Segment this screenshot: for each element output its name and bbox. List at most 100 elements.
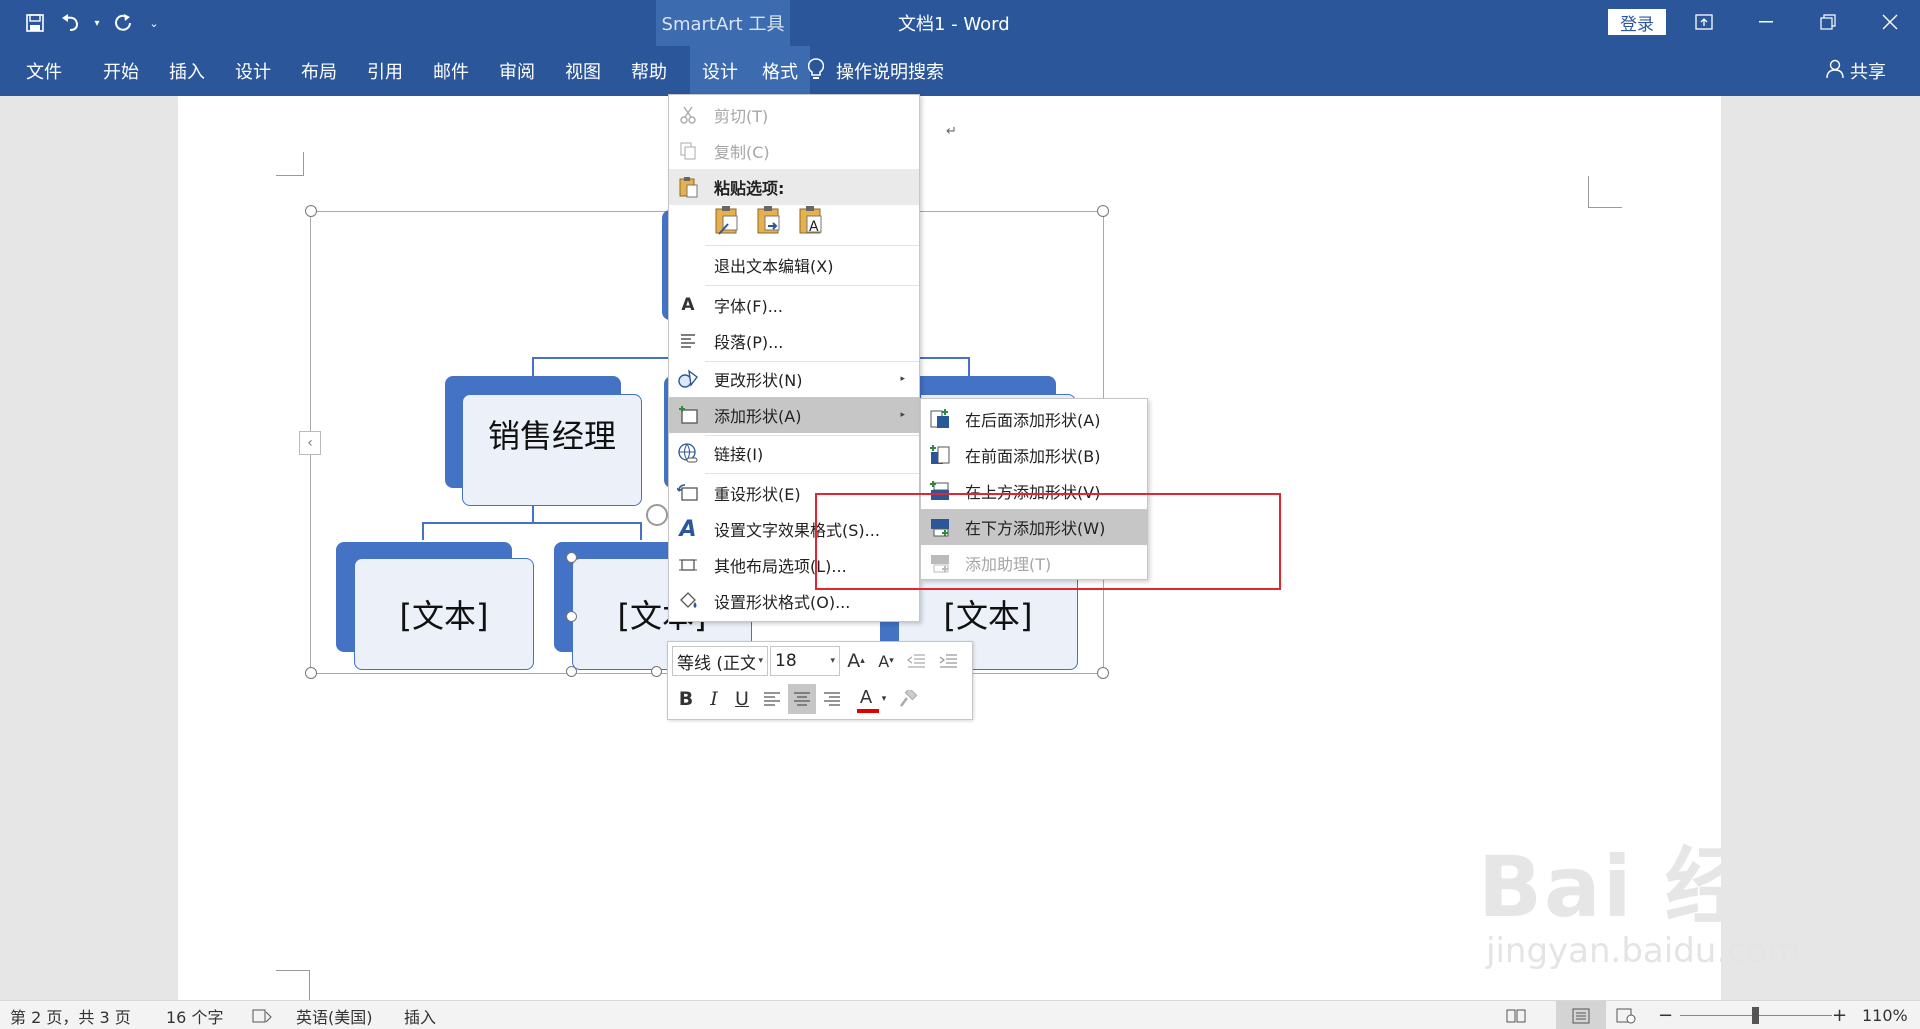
menu-item-link[interactable]: 链接(I): [669, 435, 919, 471]
tab-review[interactable]: 审阅: [488, 46, 546, 96]
font-icon: A: [681, 295, 695, 315]
ribbon-display-options-icon[interactable]: [1676, 0, 1732, 44]
text-pane-toggle-icon[interactable]: ‹: [299, 431, 321, 455]
font-color-dropdown-icon[interactable]: ▾: [878, 684, 890, 714]
resize-handle[interactable]: [1097, 205, 1109, 217]
reset-shape-icon: [675, 481, 701, 505]
underline-icon[interactable]: U: [728, 684, 756, 714]
web-layout-icon[interactable]: [1616, 1001, 1636, 1029]
bold-icon[interactable]: B: [672, 684, 700, 714]
word-count[interactable]: 16 个字: [166, 1001, 223, 1029]
shrink-font-icon[interactable]: A ▾: [872, 646, 900, 676]
format-painter-icon[interactable]: [894, 684, 922, 714]
document-title: 文档1 - Word: [898, 14, 1010, 35]
status-bar: 第 2 页，共 3 页 16 个字 英语(美国) 插入 − + 110%: [0, 1000, 1920, 1029]
smartart-shape-text-1[interactable]: [文本]: [354, 558, 534, 670]
page-count[interactable]: 第 2 页，共 3 页: [10, 1001, 131, 1029]
lightbulb-icon: [807, 57, 825, 85]
submenu-arrow-icon: ▸: [900, 374, 905, 384]
login-button[interactable]: 登录: [1608, 9, 1666, 35]
tab-help[interactable]: 帮助: [620, 46, 678, 96]
minimize-icon[interactable]: [1738, 0, 1794, 44]
add-shape-icon: [675, 403, 701, 427]
menu-item-change-shape[interactable]: 更改形状(N) ▸: [669, 361, 919, 397]
align-right-icon[interactable]: [818, 684, 846, 714]
zoom-out-icon[interactable]: −: [1658, 1001, 1673, 1029]
close-icon[interactable]: [1862, 0, 1918, 44]
layout-options-icon: [675, 553, 701, 577]
decrease-indent-icon[interactable]: [902, 646, 930, 676]
svg-text:A: A: [809, 219, 819, 235]
align-center-icon[interactable]: [788, 684, 816, 714]
tab-mailings[interactable]: 邮件: [422, 46, 480, 96]
insert-mode[interactable]: 插入: [404, 1001, 436, 1029]
annotation-highlight-box: [815, 493, 1281, 590]
tab-view[interactable]: 视图: [554, 46, 612, 96]
grow-font-icon[interactable]: A ▴: [842, 646, 870, 676]
mini-toolbar: 等线 (正文 ▾ 18 ▾ A ▴ A ▾ B I U A ▾: [667, 641, 973, 720]
font-color-icon[interactable]: A: [852, 682, 880, 713]
menu-item-copy[interactable]: 复制(C): [669, 133, 919, 169]
increase-indent-icon[interactable]: [934, 646, 962, 676]
tab-references[interactable]: 引用: [356, 46, 414, 96]
crop-mark: [276, 152, 304, 176]
resize-handle[interactable]: [305, 667, 317, 679]
resize-handle[interactable]: [305, 205, 317, 217]
tab-design[interactable]: 设计: [224, 46, 282, 96]
quick-access-toolbar: ▾ ⌄: [20, 8, 164, 38]
italic-icon[interactable]: I: [700, 684, 728, 714]
save-icon[interactable]: [20, 8, 50, 38]
menu-item-exit-text-edit[interactable]: 退出文本编辑(X): [669, 247, 919, 283]
shape-handle[interactable]: [566, 552, 577, 563]
paste-text-only-icon[interactable]: A: [797, 203, 827, 237]
rotate-handle-icon[interactable]: [646, 504, 668, 526]
paste-options-header: 粘贴选项:: [669, 169, 919, 205]
zoom-in-icon[interactable]: +: [1832, 1001, 1847, 1029]
menu-item-add-shape-after[interactable]: 在后面添加形状(A): [921, 401, 1147, 437]
ribbon-tab-bar: 文件 开始 插入 设计 布局 引用 邮件 审阅 视图 帮助 设计 格式 操作说明…: [0, 46, 1920, 96]
tab-smartart-format[interactable]: 格式: [750, 46, 810, 96]
tab-layout[interactable]: 布局: [290, 46, 348, 96]
redo-icon[interactable]: [108, 8, 138, 38]
print-layout-icon[interactable]: [1556, 1001, 1606, 1029]
tab-file[interactable]: 文件: [14, 46, 78, 96]
baidu-jingyan-watermark: Bai 经验 jingyan.baidu.com: [1478, 820, 1837, 971]
shape-handle[interactable]: [566, 666, 577, 677]
paint-bucket-icon: [675, 589, 701, 613]
menu-item-paragraph[interactable]: 段落(P)...: [669, 323, 919, 359]
menu-item-font[interactable]: A 字体(F)...: [669, 287, 919, 323]
align-left-icon[interactable]: [758, 684, 786, 714]
paragraph-mark-icon: ↵: [946, 124, 957, 139]
paste-keep-source-icon[interactable]: [713, 203, 743, 237]
language-indicator[interactable]: 英语(美国): [296, 1001, 373, 1029]
menu-item-add-shape-before[interactable]: 在前面添加形状(B): [921, 437, 1147, 473]
text-effects-icon: A: [679, 516, 697, 542]
read-mode-icon[interactable]: [1506, 1001, 1526, 1029]
restore-icon[interactable]: [1800, 0, 1856, 44]
menu-item-add-shape[interactable]: 添加形状(A) ▸: [669, 397, 919, 433]
font-name-box[interactable]: 等线 (正文 ▾: [672, 646, 768, 676]
zoom-slider-thumb[interactable]: [1752, 1007, 1759, 1024]
paragraph-icon: [675, 329, 701, 353]
tell-me-search[interactable]: 操作说明搜索: [807, 46, 944, 96]
connector-line: [532, 357, 534, 377]
undo-dropdown-icon[interactable]: ▾: [92, 8, 102, 38]
customize-qat-icon[interactable]: ⌄: [144, 8, 164, 38]
tab-insert[interactable]: 插入: [158, 46, 216, 96]
smartart-shape-sales-manager[interactable]: 销售经理: [462, 394, 642, 506]
font-size-box[interactable]: 18 ▾: [770, 646, 840, 676]
tab-smartart-design[interactable]: 设计: [690, 46, 750, 96]
tell-me-label: 操作说明搜索: [836, 62, 944, 83]
proofing-icon[interactable]: [252, 1001, 272, 1029]
zoom-level[interactable]: 110%: [1862, 1001, 1908, 1029]
paste-merge-format-icon[interactable]: [755, 203, 785, 237]
connector-line: [968, 357, 970, 377]
share-button[interactable]: 共享: [1826, 46, 1886, 96]
undo-icon[interactable]: [56, 8, 86, 38]
menu-item-cut[interactable]: 剪切(T): [669, 97, 919, 133]
resize-handle[interactable]: [1097, 667, 1109, 679]
tab-home[interactable]: 开始: [92, 46, 150, 96]
shape-handle[interactable]: [566, 611, 577, 622]
connector-line: [640, 522, 642, 540]
shape-handle[interactable]: [651, 666, 662, 677]
